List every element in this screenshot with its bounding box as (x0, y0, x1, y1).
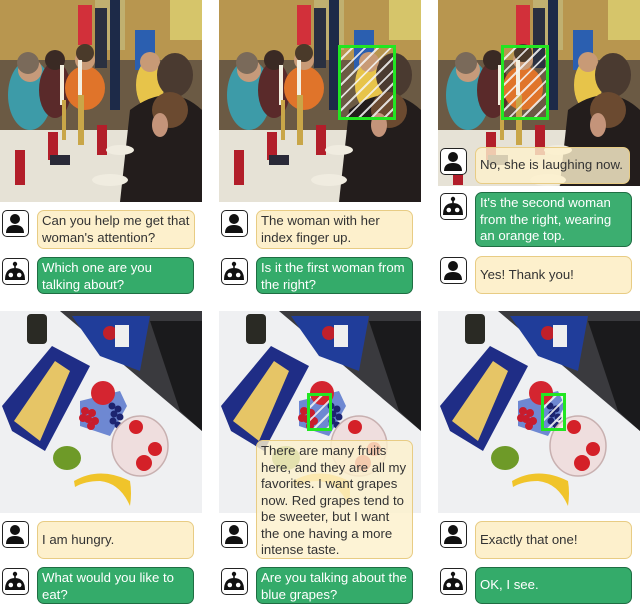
user-silhouette-icon (223, 212, 245, 234)
user-avatar (440, 521, 467, 548)
scene-image-dining-1 (0, 0, 202, 202)
robot-message: Is it the first woman from the right? (256, 257, 413, 294)
user-avatar (440, 257, 467, 284)
robot-head-icon (223, 570, 245, 592)
robot-head-icon (223, 260, 245, 282)
user-avatar (221, 521, 248, 548)
robot-message: OK, I see. (475, 567, 632, 604)
robot-head-icon (4, 260, 26, 282)
robot-avatar (221, 258, 248, 285)
highlight-box (501, 45, 549, 120)
robot-avatar (2, 258, 29, 285)
robot-avatar (440, 193, 467, 220)
robot-head-icon (442, 195, 464, 217)
user-message: Yes! Thank you! (475, 256, 632, 294)
user-message: No, she is laughing now. (475, 147, 630, 184)
robot-avatar (221, 568, 248, 595)
user-silhouette-icon (442, 523, 464, 545)
robot-head-icon (4, 570, 26, 592)
robot-message: What would you like to eat? (37, 567, 194, 604)
highlight-box (541, 393, 566, 431)
robot-message: It's the second woman from the right, we… (475, 192, 632, 247)
user-silhouette-icon (223, 523, 245, 545)
robot-head-icon (442, 570, 464, 592)
scene-image-fruits-3 (438, 311, 640, 513)
user-message: Exactly that one! (475, 521, 632, 559)
user-message: I am hungry. (37, 521, 194, 559)
fruit-scene-photo (438, 311, 640, 513)
user-message: Can you help me get that woman's attenti… (37, 210, 195, 249)
user-avatar (221, 210, 248, 237)
robot-message: Are you talking about the blue grapes? (256, 567, 413, 604)
robot-avatar (2, 568, 29, 595)
user-avatar (440, 148, 467, 175)
highlight-box (338, 45, 396, 120)
user-message: The woman with her index finger up. (256, 210, 413, 249)
scene-image-dining-2 (219, 0, 421, 202)
robot-message: Which one are you talking about? (37, 257, 194, 294)
user-silhouette-icon (442, 259, 464, 281)
user-avatar (2, 210, 29, 237)
highlight-box (307, 393, 332, 431)
dining-scene-photo (0, 0, 202, 202)
fruit-scene-photo (0, 311, 202, 513)
robot-avatar (440, 568, 467, 595)
user-silhouette-icon (4, 212, 26, 234)
scene-image-fruits-1 (0, 311, 202, 513)
user-silhouette-icon (442, 150, 464, 172)
user-message: There are many fruits here, and they are… (256, 440, 413, 559)
user-avatar (2, 521, 29, 548)
user-silhouette-icon (4, 523, 26, 545)
